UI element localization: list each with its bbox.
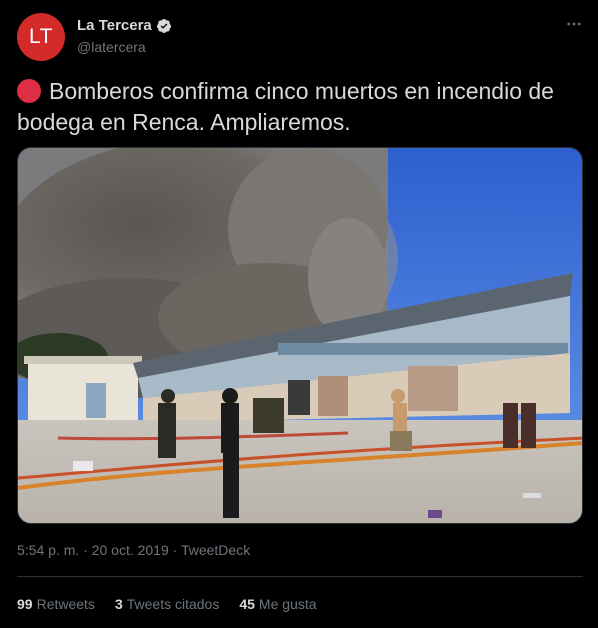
red-circle-emoji-icon	[17, 79, 41, 103]
stat-likes[interactable]: 45 Me gusta	[239, 596, 316, 612]
user-handle[interactable]: @latercera	[77, 39, 146, 55]
fire-scene-photo	[18, 148, 582, 523]
tweet-text: Bomberos confirma cinco muertos en incen…	[17, 78, 554, 135]
more-options-icon[interactable]	[565, 15, 583, 33]
quote-label: Tweets citados	[126, 596, 220, 612]
tweet-timestamp[interactable]: 5:54 p. m. · 20 oct. 2019 · TweetDeck	[17, 542, 250, 558]
stat-quote-tweets[interactable]: 3 Tweets citados	[115, 596, 219, 612]
display-name-row[interactable]: La Tercera	[77, 17, 172, 34]
tweet-card: LT La Tercera @latercera Bomberos confir…	[0, 0, 598, 628]
tweet-text-container: Bomberos confirma cinco muertos en incen…	[17, 76, 583, 138]
avatar[interactable]: LT	[17, 13, 65, 61]
retweet-label: Retweets	[36, 596, 95, 612]
quote-count: 3	[114, 596, 123, 612]
like-label: Me gusta	[258, 596, 317, 612]
divider-top	[17, 576, 583, 577]
tweet-photo[interactable]	[17, 147, 583, 524]
verified-badge-icon	[156, 18, 171, 33]
display-name[interactable]: La Tercera	[77, 17, 152, 34]
retweet-count: 99	[17, 596, 33, 612]
like-count: 45	[239, 596, 255, 612]
avatar-text: LT	[29, 25, 53, 48]
stat-retweets[interactable]: 99 Retweets	[17, 596, 95, 612]
tweet-stats: 99 Retweets 3 Tweets citados 45 Me gusta	[17, 596, 337, 612]
